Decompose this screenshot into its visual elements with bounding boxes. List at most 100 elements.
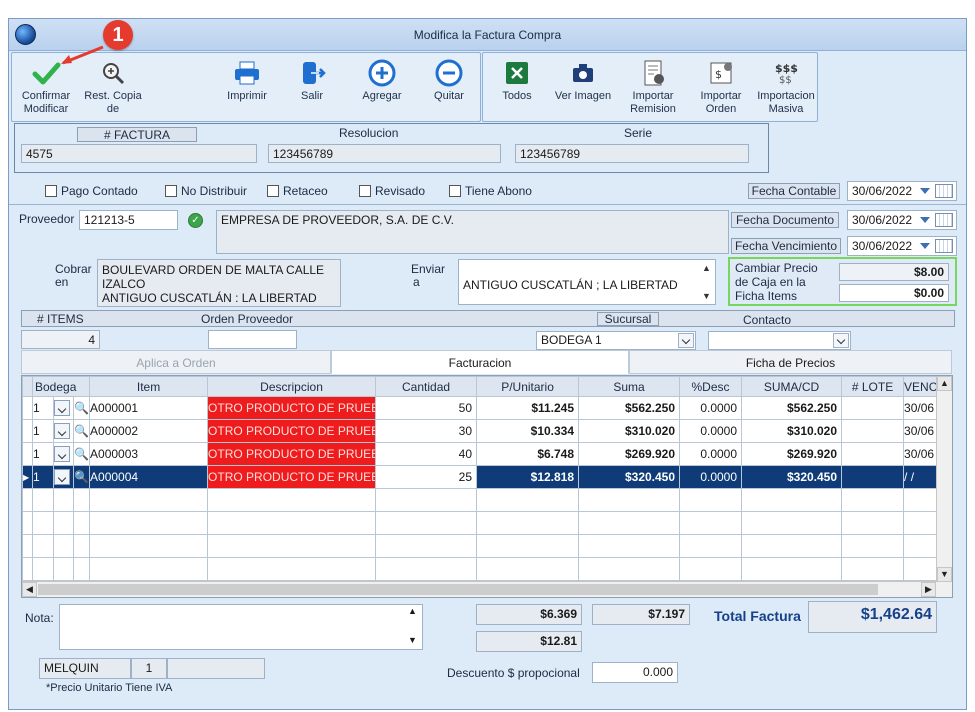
add-button[interactable]: Agregar [356, 59, 408, 103]
col-unitario[interactable]: P/Unitario [476, 376, 580, 397]
bodega-dropdown[interactable] [53, 465, 74, 489]
col-descripcion[interactable]: Descripcion [207, 376, 377, 397]
col-item[interactable]: Item [89, 376, 209, 397]
cell-venc[interactable]: 30/06 [903, 396, 940, 420]
resolucion-field[interactable]: 123456789 [268, 144, 501, 163]
cell-venc[interactable]: 30/06 [903, 442, 940, 466]
precio-caja-value-1[interactable]: $8.00 [839, 263, 949, 281]
calendar-icon[interactable] [935, 184, 953, 198]
contacto-select[interactable] [708, 331, 851, 350]
cell-venc[interactable]: / / [903, 465, 940, 489]
sucursal-select[interactable]: BODEGA 1 [536, 331, 696, 350]
table-row-selected[interactable]: ▶ 1 🔍 A000004 OTRO PRODUCTO DE PRUEBA 25… [22, 465, 940, 489]
cell-unitario[interactable]: $11.245 [476, 396, 580, 420]
cell-cantidad[interactable]: 30 [375, 419, 478, 443]
cell-unitario[interactable]: $6.748 [476, 442, 580, 466]
fecha-vencimiento-picker[interactable]: 30/06/2022 [847, 236, 957, 256]
cell-bodega[interactable]: 1 [32, 442, 54, 466]
search-icon[interactable]: 🔍 [72, 465, 91, 489]
vertical-scrollbar[interactable]: ▲ ▼ [936, 376, 952, 582]
fecha-documento-picker[interactable]: 30/06/2022 [847, 210, 957, 230]
table-row[interactable]: 1 🔍 A000003 OTRO PRODUCTO DE PRUEBA 40 $… [22, 442, 940, 466]
cell-lote[interactable] [841, 465, 905, 489]
fecha-contable-picker[interactable]: 30/06/2022 [847, 181, 957, 201]
scroll-down-icon[interactable]: ▼ [937, 567, 952, 582]
cell-descripcion[interactable]: OTRO PRODUCTO DE PRUEBA [207, 396, 377, 420]
retaceo-checkbox[interactable]: Retaceo [267, 184, 328, 198]
scroll-up-icon[interactable]: ▲ [937, 376, 952, 391]
cell-desc[interactable]: 0.0000 [679, 419, 743, 443]
cell-desc[interactable]: 0.0000 [679, 465, 743, 489]
cell-descripcion[interactable]: OTRO PRODUCTO DE PRUEBA [207, 465, 377, 489]
descuento-field[interactable]: 0.000 [592, 662, 678, 683]
cell-item[interactable]: A000004 [89, 465, 209, 489]
cell-cantidad[interactable]: 40 [375, 442, 478, 466]
proveedor-code-field[interactable]: 121213-5 [79, 210, 178, 230]
cell-bodega[interactable]: 1 [32, 465, 54, 489]
col-cantidad[interactable]: Cantidad [375, 376, 478, 397]
revisado-checkbox[interactable]: Revisado [359, 184, 425, 198]
chevron-down-icon[interactable] [833, 333, 849, 348]
restore-copy-button[interactable]: Rest. Copia de [82, 59, 144, 116]
table-row[interactable]: 1 🔍 A000002 OTRO PRODUCTO DE PRUEBA 30 $… [22, 419, 940, 443]
chevron-down-icon[interactable] [678, 333, 694, 348]
col-lote[interactable]: # LOTE [841, 376, 905, 397]
scroll-left-icon[interactable]: ◀ [22, 582, 37, 597]
cell-lote[interactable] [841, 442, 905, 466]
cell-item[interactable]: A000002 [89, 419, 209, 443]
search-icon[interactable]: 🔍 [72, 442, 91, 466]
cobrar-address-field[interactable]: BOULEVARD ORDEN DE MALTA CALLE IZALCO AN… [97, 259, 341, 307]
nota-textarea[interactable] [59, 604, 423, 650]
no-distribuir-checkbox[interactable]: No Distribuir [165, 184, 247, 198]
cell-item[interactable]: A000003 [89, 442, 209, 466]
col-suma[interactable]: Suma [578, 376, 681, 397]
scroll-down-arrow-icon[interactable]: ▼ [408, 635, 417, 645]
cell-unitario[interactable]: $10.334 [476, 419, 580, 443]
import-masiva-button[interactable]: $$$ $$ Importacion Masiva [755, 59, 817, 116]
cell-item[interactable]: A000001 [89, 396, 209, 420]
horizontal-scrollbar[interactable]: ◀ ▶ [22, 581, 952, 597]
scroll-right-icon[interactable]: ▶ [921, 582, 936, 597]
print-button[interactable]: Imprimir [220, 59, 274, 103]
bodega-dropdown[interactable] [53, 396, 74, 420]
cell-bodega[interactable]: 1 [32, 419, 54, 443]
import-orden-button[interactable]: $ Importar Orden [693, 59, 749, 116]
col-bodega[interactable]: Bodega [31, 376, 91, 397]
cell-desc[interactable]: 0.0000 [679, 396, 743, 420]
cell-lote[interactable] [841, 396, 905, 420]
calendar-icon[interactable] [935, 213, 953, 227]
remove-button[interactable]: Quitar [424, 59, 474, 103]
cell-descripcion[interactable]: OTRO PRODUCTO DE PRUEBA [207, 442, 377, 466]
tiene-abono-checkbox[interactable]: Tiene Abono [449, 184, 532, 198]
cell-bodega[interactable]: 1 [32, 396, 54, 420]
factura-field[interactable]: 4575 [21, 144, 257, 163]
enviar-address-field[interactable]: ANTIGUO CUSCATLÁN ; LA LIBERTAD [458, 259, 716, 305]
cell-cantidad[interactable]: 25 [375, 465, 478, 489]
cell-venc[interactable]: 30/06 [903, 419, 940, 443]
tab-ficha-precios[interactable]: Ficha de Precios [629, 350, 952, 374]
cell-desc[interactable]: 0.0000 [679, 442, 743, 466]
col-sumacd[interactable]: SUMA/CD [741, 376, 843, 397]
pago-contado-checkbox[interactable]: Pago Contado [45, 184, 138, 198]
tab-facturacion[interactable]: Facturacion [331, 350, 629, 374]
view-image-button[interactable]: Ver Imagen [553, 59, 613, 103]
bodega-dropdown[interactable] [53, 419, 74, 443]
table-row[interactable]: 1 🔍 A000001 OTRO PRODUCTO DE PRUEBA 50 $… [22, 396, 940, 420]
exit-button[interactable]: Salir [288, 59, 336, 103]
search-icon[interactable]: 🔍 [72, 396, 91, 420]
cell-unitario[interactable]: $12.818 [476, 465, 580, 489]
scroll-up-arrow-icon[interactable]: ▲ [408, 606, 417, 616]
scroll-up-arrow-icon[interactable]: ▲ [702, 263, 711, 273]
import-remision-button[interactable]: Importar Remision [625, 59, 681, 116]
scroll-down-arrow-icon[interactable]: ▼ [702, 291, 711, 301]
col-desc[interactable]: %Desc [679, 376, 743, 397]
calendar-icon[interactable] [935, 239, 953, 253]
bodega-dropdown[interactable] [53, 442, 74, 466]
serie-field[interactable]: 123456789 [515, 144, 749, 163]
orden-proveedor-field[interactable] [208, 330, 297, 349]
all-excel-button[interactable]: Todos [493, 59, 541, 103]
col-venc[interactable]: VENC [903, 376, 940, 397]
tab-aplica-orden[interactable]: Aplica a Orden [21, 350, 331, 374]
cell-cantidad[interactable]: 50 [375, 396, 478, 420]
precio-caja-value-2[interactable]: $0.00 [839, 284, 949, 302]
